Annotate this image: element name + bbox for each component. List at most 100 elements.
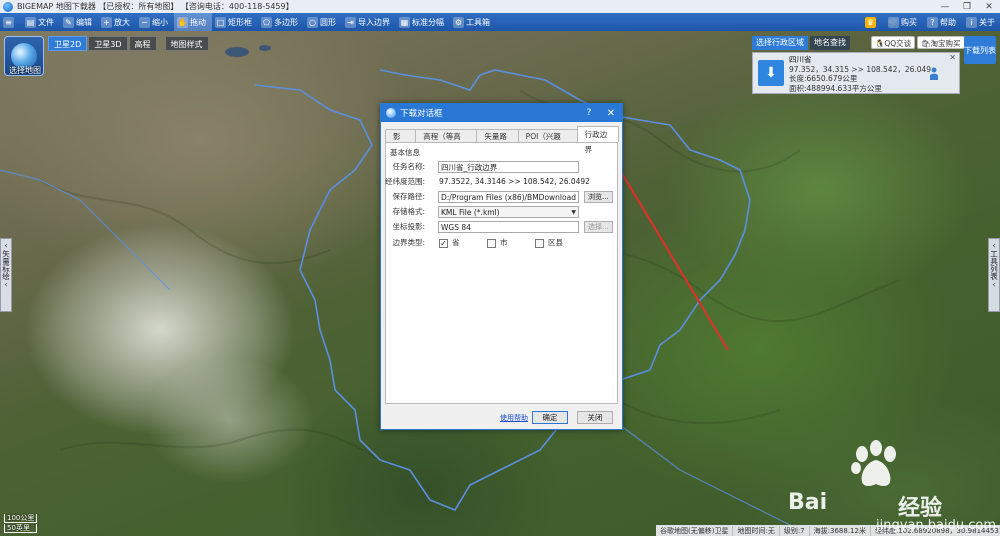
map-type-tabs: 卫星2D 卫星3D 高程 地图样式 bbox=[48, 36, 209, 51]
toolbar-rectangle[interactable]: □ 矩形框 bbox=[212, 13, 258, 31]
cart-icon: 🛒 bbox=[888, 16, 899, 28]
close-result-icon[interactable]: ✕ bbox=[949, 53, 956, 62]
format-select[interactable]: KML File (*.kml) ▼ bbox=[438, 206, 579, 218]
row-format: 存储格式: KML File (*.kml) ▼ bbox=[386, 206, 617, 218]
download-icon[interactable]: ⬇ bbox=[758, 60, 784, 86]
tab-poi[interactable]: POI（兴趣点） bbox=[517, 129, 578, 154]
format-selected-value: KML File (*.kml) bbox=[441, 208, 500, 217]
toolbar-right: ♛ 🛒 购买 ? 帮助 i 关于 bbox=[860, 13, 1000, 31]
taobao-buy-button[interactable]: 🛍淘宝购买 bbox=[917, 36, 965, 49]
region-perimeter: 长度:6650.679公里 bbox=[789, 74, 858, 83]
chevron-left-icon-3: ‹ bbox=[992, 241, 996, 250]
toolbar-circle[interactable]: ○ 圆形 bbox=[304, 13, 342, 31]
region-info: 四川省 97.352，34.315 >> 108.542，26.049 长度:6… bbox=[789, 55, 931, 93]
download-list-button[interactable]: 下载列表 bbox=[964, 36, 996, 64]
dialog-help-icon[interactable]: ? bbox=[578, 108, 600, 118]
toolbar-pan[interactable]: ✋ 拖动 bbox=[174, 13, 212, 31]
region-name: 四川省 bbox=[789, 55, 812, 64]
browse-button[interactable]: 浏览... bbox=[584, 191, 613, 203]
row-save-path: 保存路径: D:/Program Files (x86)/BMDownload … bbox=[386, 191, 617, 203]
search-tabs: 选择行政区域 地名查找 bbox=[752, 36, 850, 50]
coordinate-input[interactable]: WGS 84 bbox=[438, 221, 579, 233]
dialog-app-icon bbox=[386, 108, 396, 118]
zoom-in-icon: + bbox=[101, 16, 112, 28]
tab-vector-road[interactable]: 矢量路网 bbox=[476, 129, 519, 154]
dialog-title-bar[interactable]: 下载对话框 ? ✕ bbox=[381, 104, 622, 122]
tab-elevation-contour[interactable]: 高程（等高线） bbox=[415, 129, 478, 154]
checkmark-icon: ✓ bbox=[439, 238, 448, 248]
format-label: 存储格式: bbox=[392, 207, 425, 216]
person-icon[interactable] bbox=[929, 67, 939, 81]
minimize-icon[interactable]: — bbox=[934, 2, 956, 12]
toolbar-buy[interactable]: 🛒 购买 bbox=[883, 13, 922, 31]
scale-km: 100公里 bbox=[4, 514, 38, 523]
tab-gap bbox=[158, 36, 164, 51]
range-label: 经纬度范围: bbox=[384, 177, 425, 186]
toolbar-help[interactable]: ? 帮助 bbox=[922, 13, 961, 31]
row-task-name: 任务名称: 四川省_行政边界 bbox=[386, 161, 617, 173]
ok-button[interactable]: 确定 bbox=[532, 411, 568, 424]
chevron-left-icon-4: ‹ bbox=[992, 280, 996, 289]
checkbox-city[interactable]: 市 bbox=[487, 237, 508, 249]
close-window-icon[interactable]: ✕ bbox=[978, 2, 1000, 12]
row-boundary-type: 边界类型: ✓ 省 市 区县 bbox=[386, 237, 617, 249]
watermark-url: jingyan.baidu.com bbox=[876, 518, 996, 533]
tab-imagery[interactable]: 影 像 bbox=[385, 129, 417, 154]
tab-satellite-2d[interactable]: 卫星2D bbox=[48, 36, 88, 51]
toolbar-zoom-in[interactable]: + 放大 bbox=[98, 13, 136, 31]
menu-icon: ≡ bbox=[3, 16, 14, 28]
rectangle-icon: □ bbox=[215, 16, 226, 28]
dialog-close-icon[interactable]: ✕ bbox=[600, 108, 622, 119]
region-result-card[interactable]: ⬇ 四川省 97.352，34.315 >> 108.542，26.049 长度… bbox=[752, 52, 960, 94]
tab-map-style[interactable]: 地图样式 bbox=[164, 36, 209, 51]
boundary-type-label: 边界类型: bbox=[392, 238, 425, 247]
toolbar-edit[interactable]: ✎ 编辑 bbox=[60, 13, 98, 31]
chevron-left-icon-2: ‹ bbox=[4, 280, 8, 289]
edit-icon: ✎ bbox=[63, 16, 74, 28]
tool-list-handle[interactable]: ‹ 工具列表 ‹ bbox=[988, 238, 1000, 312]
save-path-input[interactable]: D:/Program Files (x86)/BMDownload bbox=[438, 191, 579, 203]
region-coords: 97.352，34.315 >> 108.542，26.049 bbox=[789, 64, 932, 74]
tab-admin-boundary[interactable]: 行政边界 bbox=[576, 126, 619, 154]
toolbar-about[interactable]: i 关于 bbox=[961, 13, 1000, 31]
close-button[interactable]: 关闭 bbox=[577, 411, 613, 424]
help-link[interactable]: 使用帮助 bbox=[500, 413, 528, 423]
tab-select-region[interactable]: 选择行政区域 bbox=[752, 36, 808, 50]
toolbar-standard-grid[interactable]: ▦ 标准分幅 bbox=[396, 13, 450, 31]
zoom-out-icon: − bbox=[139, 16, 150, 28]
toolbar-import-boundary[interactable]: ⇥ 导入边界 bbox=[342, 13, 396, 31]
tab-content: 基本信息 任务名称: 四川省_行政边界 经纬度范围: 97.3522, 34.3… bbox=[385, 142, 618, 404]
status-map-source: 谷歌地图(无偏移)卫星 bbox=[656, 525, 734, 536]
tab-place-search[interactable]: 地名查找 bbox=[810, 36, 850, 50]
toolbar-zoom-out[interactable]: − 缩小 bbox=[136, 13, 174, 31]
polygon-icon: ⬠ bbox=[261, 16, 272, 28]
tool-list-label: 工具列表 bbox=[989, 250, 999, 280]
checkbox-province[interactable]: ✓ 省 bbox=[439, 237, 460, 249]
info-icon: i bbox=[966, 16, 977, 28]
task-name-input[interactable]: 四川省_行政边界 bbox=[438, 161, 579, 173]
region-area: 面积:488994.633平方公里 bbox=[789, 83, 882, 93]
range-value: 97.3522, 34.3146 >> 108.542, 26.0492 bbox=[439, 177, 590, 186]
scale-mile: 50英里 bbox=[4, 524, 38, 533]
title-bar: BIGEMAP 地图下载器 【已授权：所有地图】 【咨询电话：400-118-5… bbox=[0, 0, 1000, 13]
toolbar-menu[interactable]: ≡ bbox=[0, 13, 22, 31]
qq-icon: 🐧 bbox=[875, 39, 885, 48]
toolbar-file[interactable]: ▤ 文件 bbox=[22, 13, 60, 31]
toolbar-vip[interactable]: ♛ bbox=[860, 13, 883, 31]
map-scale: 100公里 50英里 bbox=[4, 514, 38, 534]
checkbox-county[interactable]: 区县 bbox=[535, 237, 563, 249]
coordinate-select-button[interactable]: 选择... bbox=[584, 221, 613, 233]
select-map-label: 选择地图 bbox=[9, 66, 41, 75]
toolbar-polygon[interactable]: ⬠ 多边形 bbox=[258, 13, 304, 31]
vector-draw-handle[interactable]: ‹ 矢量标绘 ‹ bbox=[0, 238, 12, 312]
toolbar-toolbox[interactable]: ⚙ 工具箱 bbox=[450, 13, 496, 31]
tab-elevation[interactable]: 高程 bbox=[128, 36, 157, 51]
watermark-brand-left: Bai bbox=[788, 490, 828, 515]
help-icon: ? bbox=[927, 16, 938, 28]
row-coordinate: 坐标投影: WGS 84 选择... bbox=[386, 221, 617, 233]
qq-chat-button[interactable]: 🐧QQ交谈 bbox=[871, 36, 916, 49]
dialog-footer: 使用帮助 确定 关闭 bbox=[381, 410, 622, 426]
maximize-icon[interactable]: ❐ bbox=[956, 2, 978, 12]
tab-satellite-3d[interactable]: 卫星3D bbox=[88, 36, 128, 51]
main-toolbar: ≡ ▤ 文件 ✎ 编辑 + 放大 − 缩小 ✋ 拖动 □ 矩形框 ⬠ 多边形 ○ 圆形 ⇥ 导入边… bbox=[0, 13, 1000, 31]
